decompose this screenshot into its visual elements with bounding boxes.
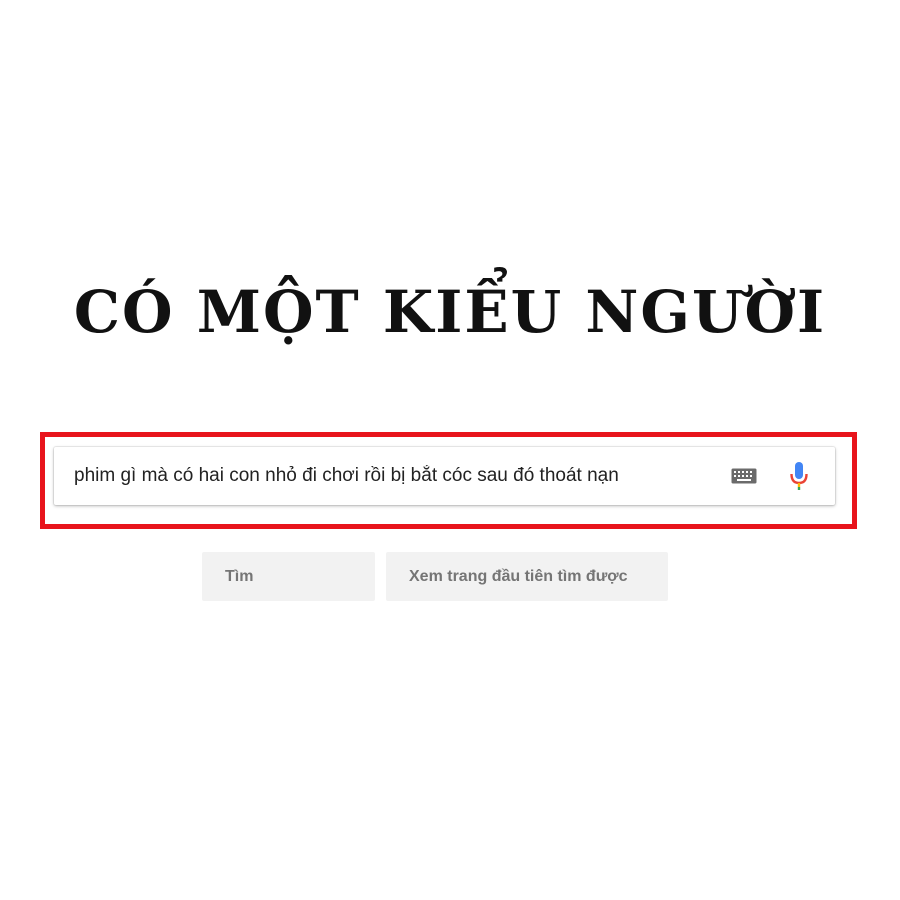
search-input[interactable]: phim gì mà có hai con nhỏ đi chơi rồi bị… xyxy=(74,465,729,487)
keyboard-icon[interactable] xyxy=(729,465,759,487)
feeling-lucky-button[interactable]: Xem trang đầu tiên tìm được xyxy=(386,552,668,601)
search-button[interactable]: Tìm xyxy=(202,552,375,601)
page: CÓ MỘT KIỂU NGƯỜI phim gì mà có hai con … xyxy=(0,0,900,900)
microphone-icon[interactable] xyxy=(787,460,811,492)
headline-text: CÓ MỘT KIỂU NGƯỜI xyxy=(73,278,827,346)
search-bar[interactable]: phim gì mà có hai con nhỏ đi chơi rồi bị… xyxy=(54,447,835,505)
